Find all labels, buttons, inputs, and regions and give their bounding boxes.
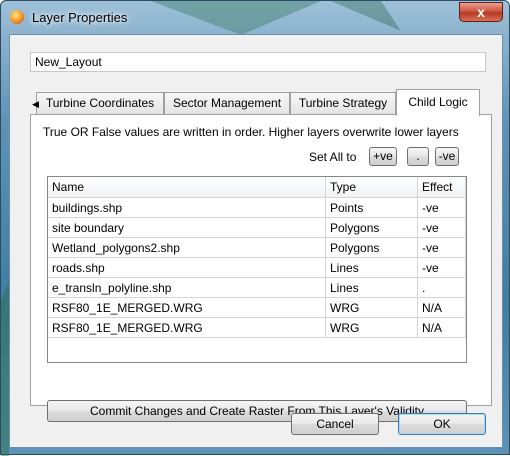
tab-turbine-coordinates[interactable]: Turbine Coordinates (36, 92, 164, 115)
cell-name: roads.shp (48, 258, 326, 278)
description-text: True OR False values are written in orde… (43, 125, 459, 139)
ok-button[interactable]: OK (398, 413, 486, 435)
cell-type: WRG (326, 298, 418, 318)
tab-child-logic[interactable]: Child Logic (396, 89, 480, 116)
layers-table[interactable]: Name Type Effect buildings.shp Points -v… (47, 176, 467, 363)
table-row[interactable]: RSF80_1E_MERGED.WRG WRG N/A (48, 318, 466, 338)
layer-properties-window: Layer Properties x ◀ Turbine Coordinates… (0, 0, 510, 456)
cell-effect[interactable]: N/A (418, 318, 466, 338)
cell-name: RSF80_1E_MERGED.WRG (48, 318, 326, 338)
app-icon (10, 10, 24, 24)
column-header-effect[interactable]: Effect (418, 177, 466, 198)
table-row[interactable]: RSF80_1E_MERGED.WRG WRG N/A (48, 298, 466, 318)
title-bar[interactable]: Layer Properties x (1, 1, 510, 35)
tab-turbine-strategy[interactable]: Turbine Strategy (290, 92, 396, 115)
cell-effect[interactable]: -ve (418, 238, 466, 258)
child-logic-panel: True OR False values are written in orde… (30, 114, 492, 422)
cell-name: site boundary (48, 218, 326, 238)
table-row[interactable]: roads.shp Lines -ve (48, 258, 466, 278)
table-row[interactable]: site boundary Polygons -ve (48, 218, 466, 238)
set-all-positive-button[interactable]: +ve (369, 147, 397, 166)
cell-effect[interactable]: -ve (418, 218, 466, 238)
column-header-name[interactable]: Name (48, 177, 326, 198)
close-button[interactable]: x (459, 2, 503, 22)
column-header-type[interactable]: Type (326, 177, 418, 198)
cell-effect[interactable]: -ve (418, 258, 466, 278)
cell-name: e_transln_polyline.shp (48, 278, 326, 298)
close-icon: x (477, 4, 485, 20)
layer-name-input[interactable] (30, 52, 486, 72)
cell-type: Points (326, 198, 418, 218)
window-title: Layer Properties (32, 10, 128, 25)
cell-effect[interactable]: . (418, 278, 466, 298)
tab-scroll-left-icon[interactable]: ◀ (30, 94, 41, 114)
cell-type: Polygons (326, 218, 418, 238)
set-all-neutral-button[interactable]: . (407, 147, 429, 166)
dialog-client-area: ◀ Turbine Coordinates Sector Management … (9, 34, 503, 448)
table-row[interactable]: Wetland_polygons2.shp Polygons -ve (48, 238, 466, 258)
table-header-row: Name Type Effect (48, 177, 466, 198)
tab-strip: ◀ Turbine Coordinates Sector Management … (30, 89, 490, 116)
cell-effect[interactable]: N/A (418, 298, 466, 318)
table-row[interactable]: e_transln_polyline.shp Lines . (48, 278, 466, 298)
cell-name: RSF80_1E_MERGED.WRG (48, 298, 326, 318)
cell-name: buildings.shp (48, 198, 326, 218)
set-all-negative-button[interactable]: -ve (435, 147, 459, 166)
cell-name: Wetland_polygons2.shp (48, 238, 326, 258)
tab-sector-management[interactable]: Sector Management (164, 92, 290, 115)
cell-effect[interactable]: -ve (418, 198, 466, 218)
cell-type: Lines (326, 258, 418, 278)
cell-type: WRG (326, 318, 418, 338)
cancel-button[interactable]: Cancel (291, 413, 379, 435)
cell-type: Polygons (326, 238, 418, 258)
cell-type: Lines (326, 278, 418, 298)
set-all-label: Set All to (309, 150, 357, 164)
table-row[interactable]: buildings.shp Points -ve (48, 198, 466, 218)
